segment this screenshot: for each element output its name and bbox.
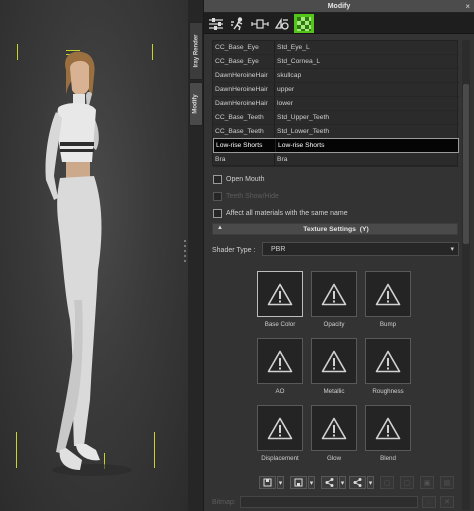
warning-icon (321, 350, 347, 373)
material-list: CC_Base_Eye Std_Eye_L CC_Base_Eye Std_Corn… (212, 40, 459, 167)
tab-modify[interactable]: Modify (189, 82, 203, 126)
side-tab-strip: Iray Render Modify (188, 0, 204, 511)
open-mouth-label: Open Mouth (226, 176, 265, 183)
panel-title: Modify (327, 3, 351, 10)
paste-texture-icon: ▢ (400, 476, 414, 489)
tab-label: Iray Render (193, 34, 200, 68)
warning-icon (267, 350, 293, 373)
dropdown-arrow-icon: ▾ (450, 246, 454, 253)
texture-slot-label: Displacement (261, 455, 299, 462)
list-item[interactable]: DawnHeroineHair lower (213, 97, 459, 111)
save-dropdown-icon[interactable]: ▾ (308, 476, 315, 489)
teeth-show-hide-checkbox (213, 192, 222, 201)
list-item[interactable]: CC_Base_Eye Std_Cornea_L (213, 55, 459, 69)
warning-icon (321, 417, 347, 440)
shader-type-select[interactable]: PBR ▾ (262, 242, 459, 256)
sliders-icon[interactable] (206, 14, 226, 33)
character-model[interactable] (0, 0, 188, 511)
tab-label: Modify (193, 94, 199, 114)
bitmap-label: Bitmap: (212, 499, 236, 506)
modify-panel: Modify × CC_Base_Eye Std_Eye_L CC_Base_Ey… (204, 0, 474, 511)
motion-icon[interactable] (228, 14, 248, 33)
texture-slot-displacement[interactable] (257, 405, 303, 451)
texture-slot-ao[interactable] (257, 338, 303, 384)
list-item[interactable]: Bra Bra (213, 153, 459, 167)
texture-slot-label: Roughness (372, 388, 404, 395)
panel-scrollbar[interactable] (462, 40, 470, 510)
shader-type-value: PBR (271, 246, 286, 253)
share-alt-button[interactable] (349, 476, 366, 489)
save-texture-button[interactable] (290, 476, 307, 489)
material-icon[interactable] (294, 14, 314, 33)
copy-texture-icon: ▢ (380, 476, 394, 489)
texture-slot-label: Metallic (323, 388, 345, 395)
warning-icon (321, 283, 347, 306)
texture-settings-header[interactable]: ▲ Texture Settings (Y) (212, 223, 458, 235)
share-dropdown-icon[interactable]: ▾ (339, 476, 346, 489)
warning-icon (375, 417, 401, 440)
warning-icon (267, 283, 293, 306)
list-item[interactable]: CC_Base_Teeth Std_Lower_Teeth (213, 125, 459, 139)
transform-icon[interactable] (250, 14, 270, 33)
texture-slot-base-color[interactable] (257, 271, 303, 317)
load-texture-button[interactable] (259, 476, 276, 489)
list-item[interactable]: CC_Base_Teeth Std_Upper_Teeth (213, 111, 459, 125)
share-alt-dropdown-icon[interactable]: ▾ (367, 476, 374, 489)
clear-bitmap-icon: ✕ (440, 496, 454, 508)
splitter-handle[interactable] (183, 240, 187, 274)
texture-slot-opacity[interactable] (311, 271, 357, 317)
teeth-show-hide-label: Teeth Show/Hide (226, 193, 279, 200)
delete-texture-icon: ▤ (440, 476, 454, 489)
texture-slot-metallic[interactable] (311, 338, 357, 384)
3d-viewport[interactable] (0, 0, 188, 511)
scrollbar-thumb[interactable] (463, 84, 469, 244)
load-dropdown-icon[interactable]: ▾ (277, 476, 284, 489)
list-item[interactable]: DawnHeroineHair skullcap (213, 69, 459, 83)
warning-icon (375, 283, 401, 306)
open-mouth-checkbox[interactable] (213, 175, 222, 184)
texture-slot-roughness[interactable] (365, 338, 411, 384)
texture-slot-label: AO (275, 388, 285, 395)
texture-slot-label: Bump (379, 321, 397, 328)
texture-slot-glow[interactable] (311, 405, 357, 451)
close-button[interactable]: × (465, 2, 470, 11)
browse-bitmap-icon: ◌ (422, 496, 436, 508)
affect-all-checkbox[interactable] (213, 209, 222, 218)
modify-toolbar (204, 13, 474, 34)
bitmap-path-field (240, 496, 418, 508)
list-item[interactable]: CC_Base_Eye Std_Eye_L (213, 41, 459, 55)
list-item-selected[interactable]: Low-rise Shorts Low-rise Shorts (213, 138, 459, 153)
warning-icon (375, 350, 401, 373)
panel-titlebar: Modify × (204, 0, 474, 13)
share-button[interactable] (321, 476, 338, 489)
texture-slot-label: Base Color (264, 321, 296, 328)
texture-slot-blend[interactable] (365, 405, 411, 451)
texture-slot-bump[interactable] (365, 271, 411, 317)
shader-type-label: Shader Type : (212, 247, 256, 254)
morph-icon[interactable] (272, 14, 292, 33)
texture-slot-label: Blend (380, 455, 396, 462)
affect-all-label: Affect all materials with the same name (226, 210, 348, 217)
list-item[interactable]: DawnHeroineHair upper (213, 83, 459, 97)
tab-iray-render[interactable]: Iray Render (189, 22, 203, 80)
texture-slot-label: Opacity (323, 321, 345, 328)
texture-settings-title: Texture Settings (Y) (303, 226, 369, 233)
edit-texture-icon: ▣ (420, 476, 434, 489)
warning-icon (267, 417, 293, 440)
texture-slot-label: Glow (326, 455, 342, 462)
